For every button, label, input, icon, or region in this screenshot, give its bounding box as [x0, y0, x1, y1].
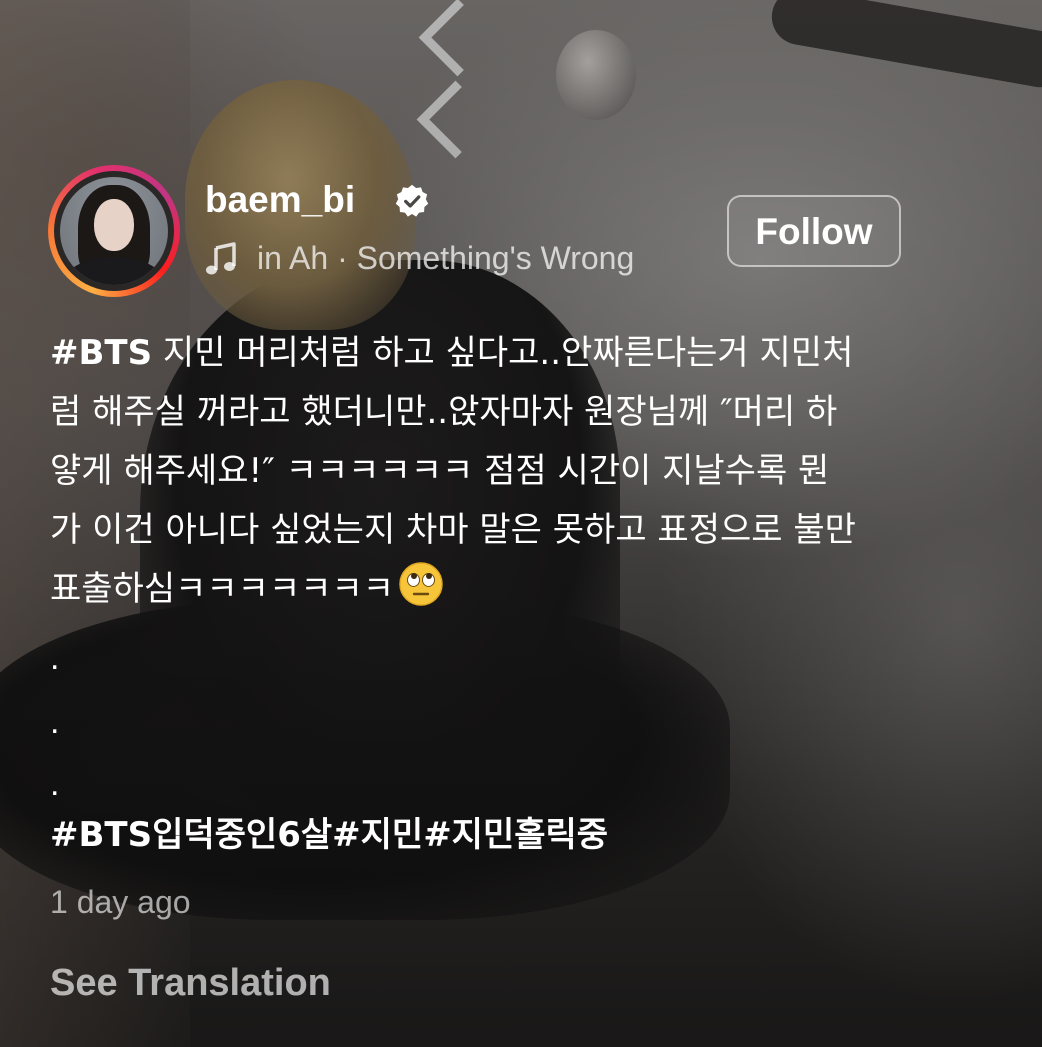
follow-button[interactable]: Follow: [727, 195, 901, 267]
rolling-eyes-emoji-icon: [399, 562, 443, 606]
caption-line: 표출하심ㅋㅋㅋㅋㅋㅋㅋ: [50, 560, 980, 619]
post-detail-screen: baem_bi in Ah · Something's Wrong Follow…: [0, 0, 1042, 1047]
music-note-icon: [206, 242, 236, 275]
caption-line: #BTS 지민 머리처럼 하고 싶다고..안짜른다는거 지민처: [50, 324, 980, 383]
caption-dot: .: [50, 765, 60, 803]
caption-dot: .: [50, 703, 60, 741]
avatar: [60, 177, 168, 285]
audio-track-label: in Ah · Something's Wrong: [257, 240, 635, 276]
caption-line: 럼 해주실 꺼라고 했더니만..앉자마자 원장님께 ″머리 하: [50, 392, 838, 432]
caption-line: 얗게 해주세요!″ ㅋㅋㅋㅋㅋㅋ 점점 시간이 지날수록 뭔: [50, 451, 830, 491]
story-ring-avatar[interactable]: [48, 165, 180, 297]
see-translation-link[interactable]: See Translation: [50, 958, 331, 1008]
avatar-face: [94, 199, 134, 251]
post-caption: #BTS 지민 머리처럼 하고 싶다고..안짜른다는거 지민처 럼 해주실 꺼라…: [50, 324, 980, 619]
audio-track-row[interactable]: in Ah · Something's Wrong: [205, 236, 691, 280]
username[interactable]: baem_bi: [205, 178, 355, 222]
caption-line: 가 이건 아니다 싶었는지 차마 말은 못하고 표정으로 불만: [50, 510, 856, 550]
caption-text: 지민 머리처럼 하고 싶다고..안짜른다는거 지민처: [152, 333, 854, 373]
verified-badge-icon: [395, 184, 429, 217]
hashtag-link[interactable]: #BTS: [50, 333, 152, 373]
caption-dot: .: [50, 639, 60, 677]
avatar-gap: [54, 171, 174, 291]
post-timestamp: 1 day ago: [50, 884, 191, 920]
caption-text: 표출하심ㅋㅋㅋㅋㅋㅋㅋ: [50, 569, 395, 609]
hashtags-link[interactable]: #BTS입덕중인6살#지민#지민홀릭중: [50, 810, 608, 860]
